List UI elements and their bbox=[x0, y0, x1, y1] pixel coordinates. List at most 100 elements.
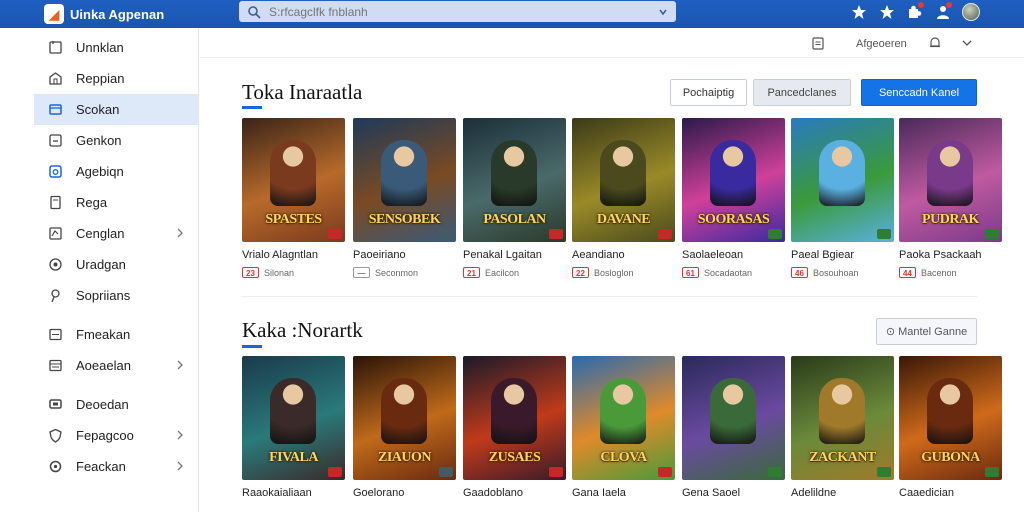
cover-title: DAVANE bbox=[596, 212, 651, 227]
cover-title: SPASTES bbox=[265, 212, 322, 227]
chevron-down-icon[interactable] bbox=[658, 7, 668, 17]
sidebar-item-13[interactable]: Feackan bbox=[0, 451, 198, 482]
favorites-icon[interactable] bbox=[878, 3, 896, 21]
game-cover[interactable]: ZACKANT bbox=[791, 356, 894, 480]
game-title[interactable]: Gena Saoel bbox=[682, 487, 785, 499]
game-card[interactable]: DAVANE Aeandiano 22 Bosloglon bbox=[572, 118, 675, 278]
rating-badge bbox=[549, 229, 563, 239]
game-cover[interactable]: CLOVA bbox=[572, 356, 675, 480]
game-title[interactable]: Paoeiriano bbox=[353, 249, 456, 261]
puzzle-icon[interactable] bbox=[906, 2, 924, 21]
sidebar-item-10[interactable]: Aoeaelan bbox=[0, 350, 198, 381]
sidebar-item-1[interactable]: Reppian bbox=[0, 63, 198, 94]
age-rating-badge: 61 bbox=[682, 267, 699, 278]
clipboard-icon[interactable] bbox=[811, 36, 825, 50]
game-title[interactable]: Paoka Psackaah bbox=[899, 249, 1002, 261]
view-all-button[interactable]: ⊙ Mantel Ganne bbox=[876, 318, 977, 345]
sidebar-item-8[interactable]: Sopriians bbox=[0, 280, 198, 311]
game-title[interactable]: Vrialo Alagntlan bbox=[242, 249, 345, 261]
game-card[interactable]: Paeal Bgiear 46 Bosouhoan bbox=[791, 118, 894, 278]
chevron-right-icon[interactable] bbox=[176, 228, 184, 238]
game-card[interactable]: SENSOBEK Paoeiriano — Seconmon bbox=[353, 118, 456, 278]
chevron-right-icon[interactable] bbox=[176, 461, 184, 471]
sidebar-item-12[interactable]: Fepagcoo bbox=[0, 420, 198, 451]
search-input[interactable] bbox=[269, 4, 658, 19]
game-cover[interactable] bbox=[791, 118, 894, 242]
filter-button[interactable]: Pochaiptig bbox=[670, 79, 747, 106]
game-card[interactable]: SOORASAS Saolaeleoan 61 Socadaotan bbox=[682, 118, 785, 278]
cover-title: ZUSAES bbox=[488, 450, 541, 465]
game-card[interactable]: FIVALA Raaokaialiaan bbox=[242, 356, 345, 499]
primary-action-button[interactable]: Senccadn Kanel bbox=[861, 79, 977, 106]
account-label[interactable]: Afgeoeren bbox=[856, 38, 907, 50]
sidebar-item-11[interactable]: Deoedan bbox=[0, 389, 198, 420]
game-card[interactable]: SPASTES Vrialo Alagntlan 23 Silonan bbox=[242, 118, 345, 278]
game-title[interactable]: Penakal Lgaitan bbox=[463, 249, 566, 261]
game-cover[interactable]: DAVANE bbox=[572, 118, 675, 242]
cover-title: PUDRAK bbox=[922, 212, 979, 227]
star-icon[interactable] bbox=[850, 3, 868, 21]
pin-icon bbox=[51, 289, 60, 303]
sidebar-item-label: Uradgan bbox=[76, 257, 126, 272]
game-cover[interactable] bbox=[682, 356, 785, 480]
section-title-top: Toka Inaraatla bbox=[242, 80, 363, 104]
sidebar-item-5[interactable]: Rega bbox=[0, 187, 198, 218]
sidebar-item-label: Genkon bbox=[76, 133, 122, 148]
sort-button[interactable]: Pancedclanes bbox=[753, 79, 851, 106]
store-icon bbox=[49, 72, 62, 85]
cover-title: GUBONA bbox=[921, 450, 980, 465]
chevron-down-icon[interactable] bbox=[962, 39, 972, 47]
game-meta: — Seconmon bbox=[353, 267, 456, 278]
game-cover[interactable]: SPASTES bbox=[242, 118, 345, 242]
bell-icon[interactable] bbox=[928, 36, 942, 50]
game-card[interactable]: ZIAUON Goelorano bbox=[353, 356, 456, 499]
sidebar-item-6[interactable]: Cenglan bbox=[0, 218, 198, 249]
game-cover[interactable]: FIVALA bbox=[242, 356, 345, 480]
sidebar-item-7[interactable]: Uradgan bbox=[0, 249, 198, 280]
game-cover[interactable]: SENSOBEK bbox=[353, 118, 456, 242]
game-title[interactable]: Adelildne bbox=[791, 487, 894, 499]
game-title[interactable]: Raaokaialiaan bbox=[242, 487, 345, 499]
game-title[interactable]: Gana Iaela bbox=[572, 487, 675, 499]
sidebar-item-label: Unnklan bbox=[76, 40, 124, 55]
shield-icon bbox=[49, 428, 62, 443]
game-title[interactable]: Caaedician bbox=[899, 487, 1002, 499]
friends-icon[interactable] bbox=[934, 2, 952, 21]
game-title[interactable]: Paeal Bgiear bbox=[791, 249, 894, 261]
sidebar-item-label: Scokan bbox=[76, 102, 120, 117]
game-card[interactable]: ZACKANT Adelildne bbox=[791, 356, 894, 499]
game-card[interactable]: PASOLAN Penakal Lgaitan 21 Eacilcon bbox=[463, 118, 566, 278]
game-title[interactable]: Saolaeleoan bbox=[682, 249, 785, 261]
sidebar-item-9[interactable]: Fmeakan bbox=[0, 319, 198, 350]
game-card[interactable]: CLOVA Gana Iaela bbox=[572, 356, 675, 499]
game-publisher: Bacenon bbox=[921, 267, 957, 278]
game-publisher: Bosloglon bbox=[594, 267, 634, 278]
sidebar-item-3[interactable]: Genkon bbox=[0, 125, 198, 156]
game-card[interactable]: Gena Saoel bbox=[682, 356, 785, 499]
rating-badge bbox=[439, 229, 453, 239]
game-cover[interactable]: ZIAUON bbox=[353, 356, 456, 480]
window-icon bbox=[49, 359, 62, 372]
game-cover[interactable]: PUDRAK bbox=[899, 118, 1002, 242]
sidebar-item-4[interactable]: Agebiqn bbox=[0, 156, 198, 187]
avatar[interactable] bbox=[962, 3, 980, 21]
game-card[interactable]: GUBONA Caaedician bbox=[899, 356, 1002, 499]
character-art bbox=[491, 378, 537, 444]
game-cover[interactable]: GUBONA bbox=[899, 356, 1002, 480]
monitor-icon bbox=[49, 399, 62, 409]
game-cover[interactable]: ZUSAES bbox=[463, 356, 566, 480]
game-title[interactable]: Gaadoblano bbox=[463, 487, 566, 499]
brand[interactable]: ◢ Uinka Agpenan bbox=[0, 4, 230, 24]
game-cover[interactable]: PASOLAN bbox=[463, 118, 566, 242]
game-card[interactable]: PUDRAK Paoka Psackaah 44 Bacenon bbox=[899, 118, 1002, 278]
search-bar[interactable] bbox=[239, 1, 676, 22]
sidebar-item-2[interactable]: Scokan bbox=[34, 94, 199, 125]
game-card[interactable]: ZUSAES Gaadoblano bbox=[463, 356, 566, 499]
chevron-right-icon[interactable] bbox=[176, 430, 184, 440]
game-title[interactable]: Aeandiano bbox=[572, 249, 675, 261]
game-title[interactable]: Goelorano bbox=[353, 487, 456, 499]
game-cover[interactable]: SOORASAS bbox=[682, 118, 785, 242]
chevron-right-icon[interactable] bbox=[176, 360, 184, 370]
sidebar-item-0[interactable]: Unnklan bbox=[0, 32, 198, 63]
